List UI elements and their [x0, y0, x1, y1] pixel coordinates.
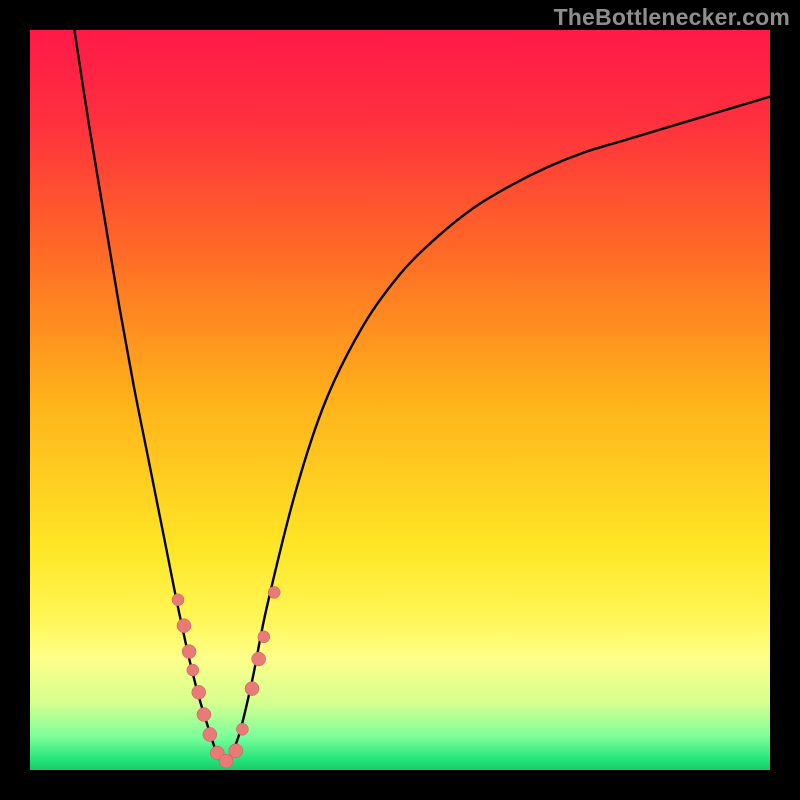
- data-marker: [177, 619, 191, 633]
- outer-frame: TheBottlenecker.com: [0, 0, 800, 800]
- data-marker: [268, 586, 280, 598]
- data-marker: [197, 708, 211, 722]
- data-marker: [245, 682, 259, 696]
- watermark-text: TheBottlenecker.com: [554, 4, 790, 31]
- data-marker: [229, 744, 243, 758]
- chart-svg: [30, 30, 770, 770]
- data-marker: [187, 664, 199, 676]
- data-marker: [258, 631, 270, 643]
- data-marker: [203, 727, 217, 741]
- data-marker: [192, 685, 206, 699]
- data-marker: [252, 652, 266, 666]
- plot-area: [30, 30, 770, 770]
- gradient-background: [30, 30, 770, 770]
- data-marker: [172, 594, 184, 606]
- data-marker: [182, 645, 196, 659]
- data-marker: [236, 723, 248, 735]
